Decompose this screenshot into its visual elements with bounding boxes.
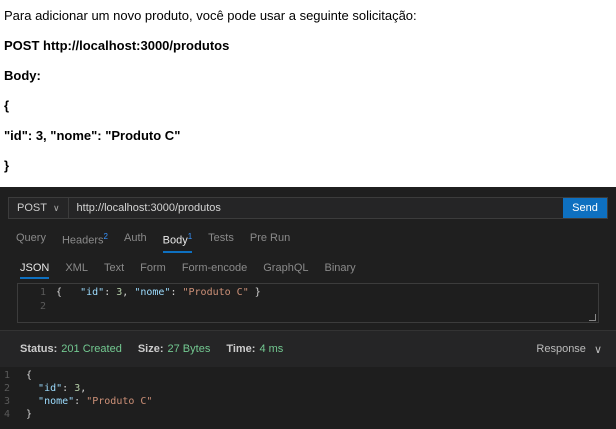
body-type-graphql[interactable]: GraphQL bbox=[263, 262, 308, 278]
code-token: "nome" bbox=[134, 287, 171, 298]
body-editor[interactable]: 1{ "id": 3, "nome": "Produto C" } 2 bbox=[17, 283, 599, 323]
response-select-label: Response bbox=[536, 343, 586, 355]
close-brace-text: } bbox=[4, 158, 10, 173]
tab-label: Tests bbox=[208, 232, 234, 244]
response-line: 1{ bbox=[0, 370, 32, 383]
body-type-form[interactable]: Form bbox=[140, 262, 166, 278]
response-line: 3 "nome": "Produto C" bbox=[0, 396, 152, 409]
tab-label: Query bbox=[16, 232, 46, 244]
body-type-tabs: JSON XML Text Form Form-encode GraphQL Binary bbox=[20, 262, 356, 279]
url-bar: POST ∨ http://localhost:3000/produtos Se… bbox=[8, 197, 608, 219]
line-number: 3 bbox=[3, 396, 10, 407]
body-type-json[interactable]: JSON bbox=[20, 262, 50, 279]
tab-query[interactable]: Query bbox=[16, 232, 46, 252]
intro-text: Para adicionar um novo produto, você pod… bbox=[4, 8, 417, 23]
code-token: , bbox=[80, 383, 87, 394]
code-token: } bbox=[26, 409, 33, 420]
status-label: Status: bbox=[20, 343, 58, 355]
body-type-binary[interactable]: Binary bbox=[325, 262, 356, 278]
body-type-form-encode[interactable]: Form-encode bbox=[182, 262, 247, 278]
body-label-text: Body: bbox=[4, 68, 41, 83]
time-value: 4 ms bbox=[259, 343, 284, 355]
line-number: 1 bbox=[39, 287, 46, 298]
open-brace-text: { bbox=[4, 98, 10, 113]
tab-label: Pre Run bbox=[249, 232, 291, 244]
tab-headers[interactable]: Headers2 bbox=[62, 232, 108, 252]
line-number: 2 bbox=[39, 301, 46, 312]
url-input[interactable]: http://localhost:3000/produtos bbox=[69, 202, 563, 214]
method-dropdown[interactable]: POST ∨ bbox=[9, 198, 69, 218]
line-number: 1 bbox=[3, 370, 10, 381]
body-type-text[interactable]: Text bbox=[104, 262, 124, 278]
send-button[interactable]: Send bbox=[563, 198, 607, 218]
tab-label: Body bbox=[162, 234, 188, 247]
tab-auth[interactable]: Auth bbox=[124, 232, 147, 252]
body-content-text: "id": 3, "nome": "Produto C" bbox=[4, 128, 181, 143]
code-token: "id" bbox=[80, 287, 105, 298]
tab-pre-run[interactable]: Pre Run bbox=[250, 232, 290, 252]
body-type-xml[interactable]: XML bbox=[65, 262, 88, 278]
method-label: POST bbox=[17, 202, 47, 214]
tab-body[interactable]: Body1 bbox=[162, 232, 193, 253]
rest-client-panel: POST ∨ http://localhost:3000/produtos Se… bbox=[0, 187, 616, 429]
response-view-dropdown[interactable]: Response ∨ bbox=[536, 331, 602, 367]
editor-line: 1{ "id": 3, "nome": "Produto C" } bbox=[18, 287, 261, 300]
request-line-text: POST http://localhost:3000/produtos bbox=[4, 38, 230, 53]
code-token: { bbox=[26, 370, 33, 381]
tab-badge: 1 bbox=[187, 232, 193, 241]
response-line: 2 "id": 3, bbox=[0, 383, 86, 396]
response-status-bar: Status: 201 Created Size: 27 Bytes Time:… bbox=[0, 331, 616, 367]
code-token: } bbox=[254, 287, 261, 298]
response-line: 4} bbox=[0, 409, 32, 422]
time-label: Time: bbox=[226, 343, 256, 355]
tab-label: Headers bbox=[61, 234, 104, 247]
status-value: 201 Created bbox=[61, 343, 122, 355]
tab-badge: 2 bbox=[103, 232, 108, 241]
editor-line: 2 bbox=[18, 301, 56, 314]
size-label: Size: bbox=[137, 343, 164, 355]
tab-label: Auth bbox=[124, 232, 147, 244]
tab-tests[interactable]: Tests bbox=[208, 232, 234, 252]
code-token: "Produto C" bbox=[86, 396, 153, 407]
code-token: "id" bbox=[38, 383, 63, 394]
line-number: 4 bbox=[3, 409, 10, 420]
resize-handle-icon[interactable] bbox=[589, 314, 596, 321]
size-value: 27 Bytes bbox=[167, 343, 211, 355]
chevron-down-icon: ∨ bbox=[52, 202, 60, 213]
chevron-down-icon: ∨ bbox=[593, 343, 602, 356]
request-tabs: Query Headers2 Auth Body1 Tests Pre Run bbox=[16, 232, 290, 253]
code-token: "nome" bbox=[38, 396, 75, 407]
response-body: 1{2 "id": 3,3 "nome": "Produto C" 4} bbox=[0, 367, 616, 429]
line-number: 2 bbox=[3, 383, 10, 394]
code-token: "Produto C" bbox=[182, 287, 249, 298]
